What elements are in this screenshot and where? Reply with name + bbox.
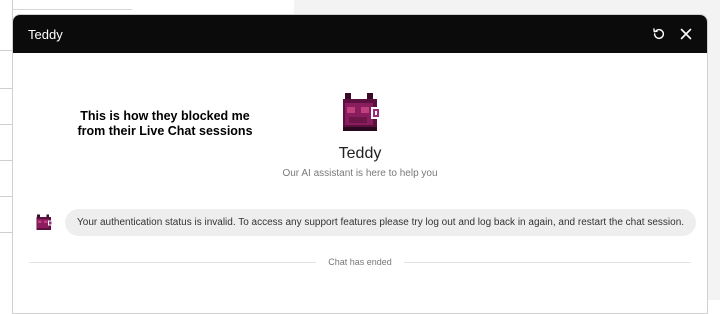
chat-widget: Teddy This is how they blocked me from t…: [12, 14, 708, 314]
close-icon: [680, 28, 692, 40]
chat-title: Teddy: [28, 26, 63, 42]
background-divider: [12, 9, 132, 10]
refresh-button[interactable]: [648, 23, 670, 45]
chat-header: Teddy: [13, 15, 707, 53]
bot-name: Teddy: [338, 145, 382, 162]
annotation-line-2: from their Live Chat sessions: [77, 124, 253, 138]
annotation-line-1: This is how they blocked me: [80, 109, 250, 123]
divider-line-left: [29, 261, 317, 263]
annotation-text: This is how they blocked me from their L…: [65, 109, 265, 139]
bot-message-bubble: Your authentication status is invalid. T…: [65, 209, 697, 236]
pixel-cat-avatar-icon: [343, 93, 381, 131]
chat-ended-label: Chat has ended: [328, 257, 392, 267]
chat-body: This is how they blocked me from their L…: [13, 53, 707, 313]
message-row: Your authentication status is invalid. T…: [33, 209, 697, 236]
close-button[interactable]: [675, 23, 697, 45]
chat-ended-divider: Chat has ended: [29, 256, 691, 268]
bot-subtitle: Our AI assistant is here to help you: [282, 168, 438, 179]
divider-line-right: [403, 261, 691, 263]
bot-avatar-icon: [36, 214, 53, 230]
refresh-icon: [653, 28, 665, 40]
